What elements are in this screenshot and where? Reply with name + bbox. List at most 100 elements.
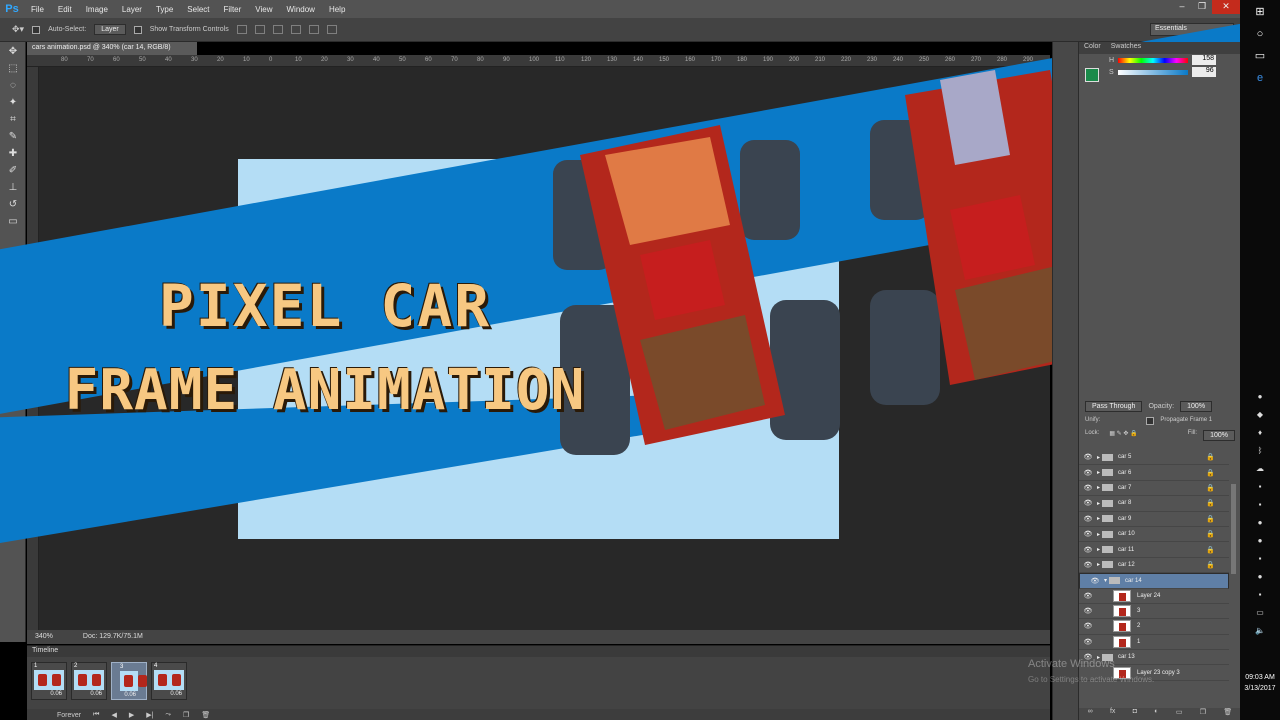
layer-row[interactable]: 👁 Layer 24 (1079, 589, 1229, 604)
tween-icon[interactable]: ⤳ (165, 711, 171, 719)
align-center-icon[interactable] (308, 25, 319, 34)
auto-select-checkbox[interactable] (32, 25, 41, 34)
next-frame-icon[interactable]: ▶| (146, 711, 153, 719)
menu-window[interactable]: Window (280, 5, 322, 14)
tab-swatches[interactable]: Swatches (1111, 43, 1141, 53)
volume-icon[interactable]: 🔈 (1254, 625, 1266, 637)
new-frame-icon[interactable]: ❐ (183, 711, 189, 719)
chevron-right-icon[interactable]: ▸ (1097, 500, 1100, 507)
tray-icon-7[interactable]: ● (1254, 535, 1266, 547)
new-layer-icon[interactable]: ❐ (1200, 708, 1206, 720)
menu-type[interactable]: Type (149, 5, 180, 14)
layer-group-row[interactable]: 👁 ▸ car 9 🔒 (1079, 512, 1229, 527)
saturation-slider[interactable]: S 96 (1079, 66, 1240, 78)
close-button[interactable]: ✕ (1212, 0, 1240, 14)
align-top-icon[interactable] (236, 25, 247, 34)
network-icon[interactable]: ▭ (1254, 607, 1266, 619)
tray-icon-6[interactable]: ● (1254, 517, 1266, 529)
restore-button[interactable]: ❐ (1192, 0, 1212, 14)
align-bottom-icon[interactable] (272, 25, 283, 34)
transform-controls-checkbox[interactable] (133, 25, 142, 34)
move-tool-icon[interactable]: ✥ (4, 44, 22, 59)
visibility-eye-icon[interactable]: 👁 (1079, 607, 1097, 615)
tray-icon-10[interactable]: ▪ (1254, 589, 1266, 601)
document-tab[interactable]: cars animation.psd @ 340% (car 14, RGB/8… (27, 42, 197, 55)
menu-filter[interactable]: Filter (217, 5, 249, 14)
brush-tool-icon[interactable]: ✐ (4, 163, 22, 178)
group-icon[interactable]: ▭ (1176, 708, 1183, 720)
layer-group-row[interactable]: 👁 ▸ car 7 🔒 (1079, 481, 1229, 497)
layer-group-row[interactable]: 👁 ▾ car 14 (1079, 573, 1229, 589)
visibility-eye-icon[interactable]: 👁 (1079, 622, 1097, 630)
menu-image[interactable]: Image (79, 5, 115, 14)
magic-wand-icon[interactable]: ✦ (4, 95, 22, 110)
visibility-eye-icon[interactable]: 👁 (1079, 469, 1097, 477)
layer-row[interactable]: 👁 2 (1079, 619, 1229, 635)
timeline-frame[interactable]: 3 0.06 (111, 662, 147, 700)
delete-frame-icon[interactable]: 🗑 (201, 711, 210, 719)
minimize-button[interactable]: – (1172, 0, 1192, 14)
auto-select-dropdown[interactable]: Layer (94, 24, 126, 35)
trash-icon[interactable]: 🗑 (1223, 708, 1232, 720)
frame-delay[interactable]: 0.06 (118, 692, 140, 698)
visibility-eye-icon[interactable]: 👁 (1079, 499, 1097, 507)
tray-icon-2[interactable]: ◆ (1254, 409, 1266, 421)
visibility-eye-icon[interactable]: 👁 (1079, 515, 1097, 523)
stamp-tool-icon[interactable]: ⊥ (4, 180, 22, 195)
eraser-icon[interactable]: ▭ (4, 214, 22, 229)
layer-row[interactable]: 👁 3 (1079, 604, 1229, 620)
history-brush-icon[interactable]: ↺ (4, 197, 22, 212)
layer-group-row[interactable]: 👁 ▸ car 5 🔒 (1079, 450, 1229, 466)
move-tool-icon[interactable]: ✥▾ (12, 24, 24, 35)
menu-file[interactable]: File (24, 5, 51, 14)
menu-view[interactable]: View (248, 5, 279, 14)
chevron-right-icon[interactable]: ▸ (1097, 561, 1100, 568)
frame-delay[interactable]: 0.06 (152, 691, 186, 697)
chevron-right-icon[interactable]: ▸ (1097, 484, 1100, 491)
edge-icon[interactable]: e (1248, 68, 1272, 88)
loop-select[interactable]: Forever (57, 712, 81, 719)
visibility-eye-icon[interactable]: 👁 (1079, 561, 1097, 569)
layer-group-row[interactable]: 👁 ▸ car 8 🔒 (1079, 496, 1229, 512)
saturation-value[interactable]: 96 (1191, 67, 1216, 77)
eyedropper-icon[interactable]: ✎ (4, 129, 22, 144)
lock-icon[interactable]: ▦ ✎ ✥ 🔒 (1109, 430, 1137, 441)
layer-group-row[interactable]: 👁 ▸ car 6 🔒 (1079, 465, 1229, 481)
prev-frame-icon[interactable]: ◀ (111, 711, 116, 719)
align-right-icon[interactable] (326, 25, 337, 34)
chevron-right-icon[interactable]: ▸ (1097, 531, 1100, 538)
menu-select[interactable]: Select (180, 5, 216, 14)
timeline-frame[interactable]: 2 0.06 (71, 662, 107, 700)
task-view-icon[interactable]: ▭ (1248, 46, 1272, 66)
hue-bar[interactable] (1118, 57, 1189, 63)
layer-group-row[interactable]: 👁 ▸ car 11 🔒 (1079, 542, 1229, 558)
layer-group-row[interactable]: 👁 ▸ car 10 🔒 (1079, 527, 1229, 543)
cloud-icon[interactable]: ☁ (1254, 463, 1266, 475)
taskbar-clock[interactable]: 09:03 AM 3/13/2017 (1240, 672, 1280, 694)
tray-icon-1[interactable]: ● (1254, 391, 1266, 403)
play-icon[interactable]: ▶ (129, 711, 134, 719)
saturation-bar[interactable] (1117, 69, 1188, 75)
tray-icon-8[interactable]: ▪ (1254, 553, 1266, 565)
zoom-level[interactable]: 340% (35, 633, 53, 641)
visibility-eye-icon[interactable]: 👁 (1086, 577, 1104, 585)
marquee-tool-icon[interactable]: ⬚ (4, 61, 22, 76)
fill-field[interactable]: 100% (1203, 430, 1235, 441)
chevron-right-icon[interactable]: ▸ (1097, 469, 1100, 476)
visibility-eye-icon[interactable]: 👁 (1079, 638, 1097, 646)
chevron-right-icon[interactable]: ▸ (1097, 454, 1100, 461)
timeline-frame[interactable]: 4 0.06 (151, 662, 187, 700)
visibility-eye-icon[interactable]: 👁 (1079, 592, 1097, 600)
menu-help[interactable]: Help (322, 5, 352, 14)
chevron-down-icon[interactable]: ▾ (1104, 577, 1107, 584)
tray-icon-3[interactable]: ♦ (1254, 427, 1266, 439)
chevron-right-icon[interactable]: ▸ (1097, 515, 1100, 522)
windows-start-icon[interactable]: ⊞ (1248, 2, 1272, 22)
fx-icon[interactable]: fx (1110, 708, 1115, 720)
layers-scrollbar[interactable] (1231, 484, 1236, 574)
visibility-eye-icon[interactable]: 👁 (1079, 530, 1097, 538)
layer-row[interactable]: 👁 1 (1079, 635, 1229, 651)
opacity-field[interactable]: 100% (1180, 401, 1213, 412)
hue-slider[interactable]: H 158 (1079, 54, 1240, 66)
menu-edit[interactable]: Edit (51, 5, 79, 14)
